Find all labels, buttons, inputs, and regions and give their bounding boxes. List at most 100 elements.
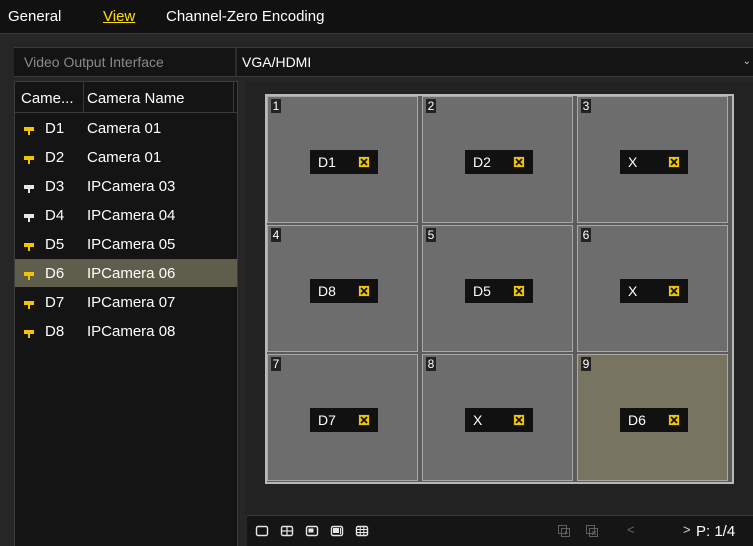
video-output-select[interactable]: VGA/HDMI <box>242 54 311 70</box>
tab-view[interactable]: View <box>103 8 135 25</box>
camera-name: IPCamera 04 <box>87 207 176 224</box>
assigned-camera: D5 <box>473 283 491 299</box>
remove-icon[interactable] <box>513 414 525 426</box>
column-divider[interactable] <box>83 82 84 113</box>
chevron-down-icon[interactable]: ⌄ <box>743 56 751 67</box>
remove-icon[interactable] <box>668 156 680 168</box>
camera-slot: D2 <box>465 150 533 174</box>
window-number: 6 <box>581 228 591 242</box>
camera-no: D2 <box>45 149 65 166</box>
camera-icon <box>23 123 35 135</box>
window-number: 9 <box>581 357 591 371</box>
camera-slot: X <box>620 279 688 303</box>
camera-no: D6 <box>45 265 65 282</box>
tab-channel-zero-encoding[interactable]: Channel-Zero Encoding <box>166 8 324 25</box>
camera-slot: D5 <box>465 279 533 303</box>
layout-cell[interactable]: 4 D8 <box>267 225 418 352</box>
video-output-row: Video Output Interface VGA/HDMI ⌄ <box>14 47 753 77</box>
camera-list-item[interactable]: D4 IPCamera 04 <box>15 201 237 229</box>
stop-all-icon[interactable] <box>585 524 599 538</box>
camera-list-item[interactable]: D6 IPCamera 06 <box>15 259 237 287</box>
window-number: 1 <box>271 99 281 113</box>
camera-icon <box>23 210 35 222</box>
tab-bar: General View Channel-Zero Encoding <box>0 0 753 34</box>
camera-icon <box>23 152 35 164</box>
previous-page-button[interactable]: < <box>627 522 635 537</box>
window-number: 8 <box>426 357 436 371</box>
camera-slot: X <box>620 150 688 174</box>
layout-cell[interactable]: 8X <box>422 354 573 481</box>
camera-list-item[interactable]: D1 Camera 01 <box>15 114 237 142</box>
camera-name: IPCamera 03 <box>87 178 176 195</box>
layout-cell[interactable]: 7 D7 <box>267 354 418 481</box>
window-number: 2 <box>426 99 436 113</box>
column-header-camera-no[interactable]: Came... <box>21 90 74 107</box>
remove-icon[interactable] <box>358 156 370 168</box>
divider <box>235 48 237 76</box>
camera-name: Camera 01 <box>87 120 162 137</box>
quad-layout-icon[interactable] <box>280 524 294 538</box>
camera-slot: X <box>465 408 533 432</box>
layout-cell[interactable]: 9 D6 <box>577 354 728 481</box>
assigned-camera: D2 <box>473 154 491 170</box>
camera-icon <box>23 326 35 338</box>
camera-icon <box>23 268 35 280</box>
tab-general[interactable]: General <box>8 8 61 25</box>
camera-no: D7 <box>45 294 65 311</box>
window-number: 7 <box>271 357 281 371</box>
camera-name: IPCamera 07 <box>87 294 176 311</box>
camera-slot: D6 <box>620 408 688 432</box>
window-number: 5 <box>426 228 436 242</box>
remove-icon[interactable] <box>513 285 525 297</box>
layout-cell[interactable]: 6X <box>577 225 728 352</box>
layout-cell[interactable]: 1 D1 <box>267 96 418 223</box>
camera-list-item[interactable]: D2 Camera 01 <box>15 143 237 171</box>
assigned-camera: X <box>473 412 483 428</box>
window-number: 4 <box>271 228 281 242</box>
camera-no: D3 <box>45 178 65 195</box>
page-indicator: P: 1/4 <box>696 523 736 540</box>
assigned-camera: D7 <box>318 412 336 428</box>
camera-slot: D1 <box>310 150 378 174</box>
assigned-camera: D6 <box>628 412 646 428</box>
camera-icon <box>23 297 35 309</box>
layout-cell[interactable]: 2 D2 <box>422 96 573 223</box>
camera-list-item[interactable]: D8 IPCamera 08 <box>15 317 237 345</box>
camera-icon <box>23 239 35 251</box>
camera-list-item[interactable]: D7 IPCamera 07 <box>15 288 237 316</box>
camera-slot: D7 <box>310 408 378 432</box>
camera-name: IPCamera 08 <box>87 323 176 340</box>
camera-name: IPCamera 05 <box>87 236 176 253</box>
eight-layout-icon[interactable] <box>330 524 344 538</box>
assigned-camera: D8 <box>318 283 336 299</box>
remove-icon[interactable] <box>668 285 680 297</box>
layout-cell[interactable]: 5 D5 <box>422 225 573 352</box>
camera-list-item[interactable]: D3 IPCamera 03 <box>15 172 237 200</box>
single-layout-icon[interactable] <box>255 524 269 538</box>
next-page-button[interactable]: > <box>683 522 691 537</box>
video-output-label: Video Output Interface <box>24 54 164 70</box>
remove-icon[interactable] <box>358 414 370 426</box>
assigned-camera: X <box>628 154 638 170</box>
column-header-camera-name[interactable]: Camera Name <box>87 90 185 107</box>
remove-icon[interactable] <box>358 285 370 297</box>
camera-name: Camera 01 <box>87 149 162 166</box>
camera-icon <box>23 181 35 193</box>
remove-icon[interactable] <box>513 156 525 168</box>
layout-cell[interactable]: 3X <box>577 96 728 223</box>
six-layout-icon[interactable] <box>305 524 319 538</box>
camera-list-header: Came... Camera Name <box>15 82 237 113</box>
camera-no: D1 <box>45 120 65 137</box>
assigned-camera: D1 <box>318 154 336 170</box>
camera-no: D4 <box>45 207 65 224</box>
camera-no: D5 <box>45 236 65 253</box>
camera-name: IPCamera 06 <box>87 265 176 282</box>
layout-toolbar: < > P: 1/4 <box>247 515 753 546</box>
nine-layout-icon[interactable] <box>355 524 369 538</box>
camera-list-item[interactable]: D5 IPCamera 05 <box>15 230 237 258</box>
view-layout-panel: 1 D1 2 D2 3 X 4 D8 5 D5 6 X 7 D7 8 X 9 D6 <box>245 81 753 515</box>
column-divider[interactable] <box>233 82 234 113</box>
start-all-icon[interactable] <box>557 524 571 538</box>
remove-icon[interactable] <box>668 414 680 426</box>
camera-no: D8 <box>45 323 65 340</box>
